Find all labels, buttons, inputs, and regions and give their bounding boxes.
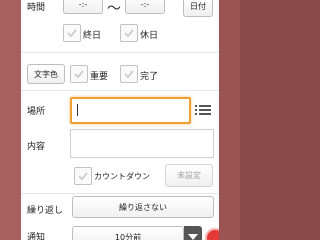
list-icon[interactable] [195,102,211,116]
start-time-button[interactable]: -:- [63,0,103,14]
time-label: 時間 [27,3,46,13]
repeat-button[interactable]: 繰り返さない [72,196,214,218]
place-label: 場所 [27,107,46,117]
date-button[interactable]: 日付 [183,0,213,17]
check-icon [67,29,77,38]
remove-notification-icon[interactable] [205,228,219,240]
divider [21,90,219,91]
dropdown-arrow-icon[interactable] [184,226,202,240]
repeat-label: 繰り返し [27,206,64,216]
done-checkbox[interactable] [120,65,138,83]
divider [21,193,219,194]
text-color-button[interactable]: 文字色 [27,64,65,84]
content-input[interactable] [70,129,214,158]
countdown-checkbox[interactable] [74,167,92,185]
place-input[interactable] [70,97,191,124]
important-checkbox[interactable] [70,65,88,83]
check-icon [78,172,88,181]
holiday-checkbox[interactable] [120,24,138,42]
background-right [219,0,240,240]
background-left [0,0,21,240]
schedule-edit-dialog: 時間 -:- 〜 -:- 日付 終日 休日 文字色 重要 完了 場所 内容 カウ… [21,0,219,240]
all-day-label: 終日 [83,31,102,41]
notify-select[interactable]: 10分前 [72,226,184,240]
notify-label: 通知 [27,233,46,240]
countdown-label: カウントダウン [94,172,150,181]
countdown-unset-button[interactable]: 未設定 [165,164,213,187]
text-cursor [77,104,78,116]
check-icon [124,70,134,79]
check-icon [124,29,134,38]
important-label: 重要 [90,72,109,82]
check-icon [74,70,84,79]
content-label: 内容 [27,142,46,152]
holiday-label: 休日 [140,31,159,41]
end-time-button[interactable]: -:- [125,0,165,14]
divider [21,52,219,53]
time-range-tilde: 〜 [107,1,121,17]
done-label: 完了 [140,72,159,82]
all-day-checkbox[interactable] [63,24,81,42]
